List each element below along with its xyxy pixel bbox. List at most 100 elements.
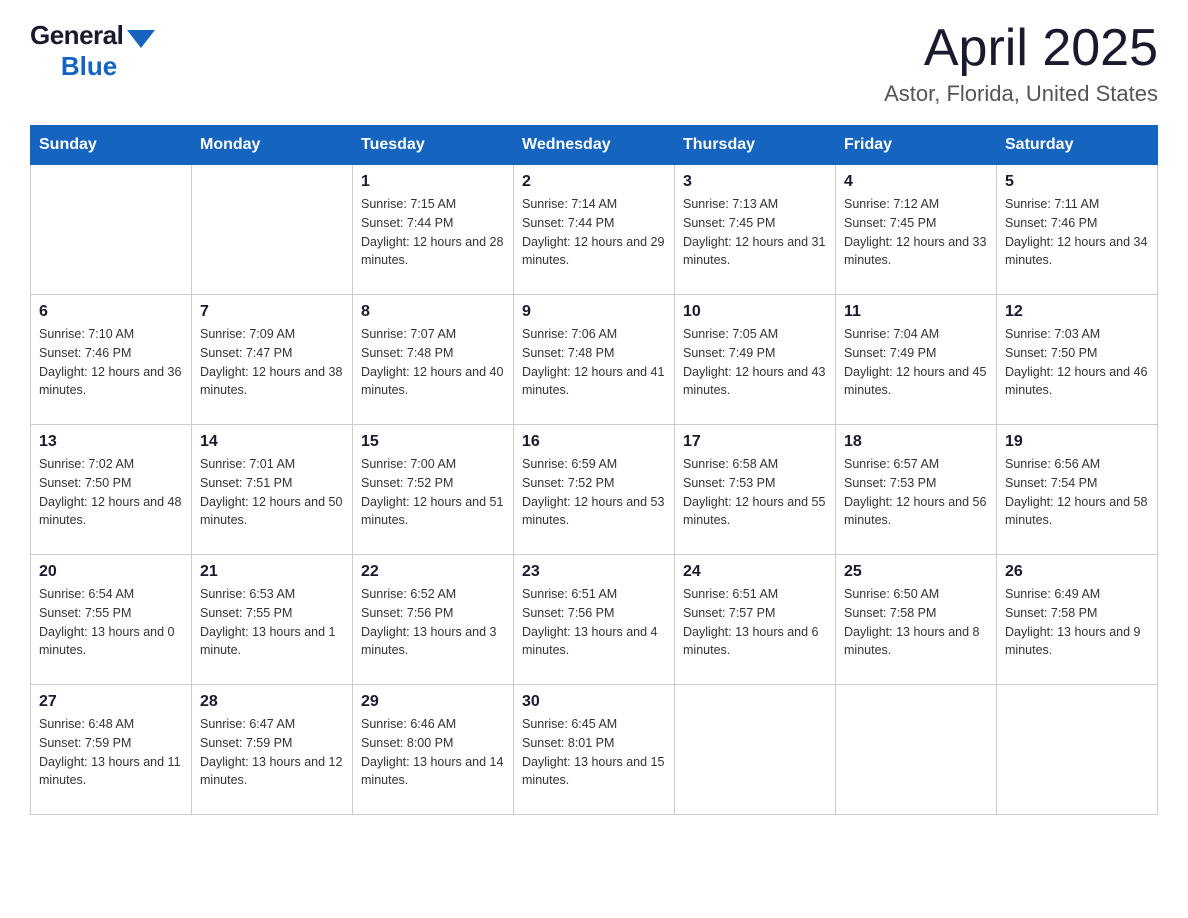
day-info: Sunrise: 6:48 AMSunset: 7:59 PMDaylight:…	[39, 715, 183, 790]
page-header: General Blue April 2025 Astor, Florida, …	[30, 20, 1158, 107]
calendar-day-cell	[31, 165, 192, 295]
col-sunday: Sunday	[31, 126, 192, 165]
day-number: 24	[683, 563, 827, 581]
calendar-day-cell: 12 Sunrise: 7:03 AMSunset: 7:50 PMDayligh…	[997, 295, 1158, 425]
day-info: Sunrise: 7:05 AMSunset: 7:49 PMDaylight:…	[683, 325, 827, 400]
calendar-day-cell	[997, 685, 1158, 815]
calendar-day-cell: 28 Sunrise: 6:47 AMSunset: 7:59 PMDayligh…	[192, 685, 353, 815]
day-info: Sunrise: 6:47 AMSunset: 7:59 PMDaylight:…	[200, 715, 344, 790]
day-info: Sunrise: 6:50 AMSunset: 7:58 PMDaylight:…	[844, 585, 988, 660]
calendar-day-cell: 7 Sunrise: 7:09 AMSunset: 7:47 PMDaylight…	[192, 295, 353, 425]
day-number: 25	[844, 563, 988, 581]
calendar-day-cell: 8Sunrise: 7:07 AMSunset: 7:48 PMDaylight…	[353, 295, 514, 425]
calendar-day-cell: 20 Sunrise: 6:54 AMSunset: 7:55 PMDayligh…	[31, 555, 192, 685]
calendar-day-cell: 29Sunrise: 6:46 AMSunset: 8:00 PMDayligh…	[353, 685, 514, 815]
logo: General Blue	[30, 20, 155, 82]
col-friday: Friday	[836, 126, 997, 165]
calendar-week-row: 20 Sunrise: 6:54 AMSunset: 7:55 PMDayligh…	[31, 555, 1158, 685]
day-number: 6	[39, 303, 183, 321]
day-info: Sunrise: 7:11 AMSunset: 7:46 PMDaylight:…	[1005, 195, 1149, 270]
day-info: Sunrise: 7:10 AMSunset: 7:46 PMDaylight:…	[39, 325, 183, 400]
day-number: 14	[200, 433, 344, 451]
day-number: 4	[844, 173, 988, 191]
day-info: Sunrise: 7:13 AMSunset: 7:45 PMDaylight:…	[683, 195, 827, 270]
col-monday: Monday	[192, 126, 353, 165]
day-info: Sunrise: 7:06 AMSunset: 7:48 PMDaylight:…	[522, 325, 666, 400]
day-info: Sunrise: 7:12 AMSunset: 7:45 PMDaylight:…	[844, 195, 988, 270]
col-wednesday: Wednesday	[514, 126, 675, 165]
calendar-day-cell: 19 Sunrise: 6:56 AMSunset: 7:54 PMDayligh…	[997, 425, 1158, 555]
day-info: Sunrise: 6:52 AMSunset: 7:56 PMDaylight:…	[361, 585, 505, 660]
day-number: 21	[200, 563, 344, 581]
calendar-day-cell: 21 Sunrise: 6:53 AMSunset: 7:55 PMDayligh…	[192, 555, 353, 685]
calendar-day-cell: 27Sunrise: 6:48 AMSunset: 7:59 PMDayligh…	[31, 685, 192, 815]
day-info: Sunrise: 6:53 AMSunset: 7:55 PMDaylight:…	[200, 585, 344, 660]
day-number: 3	[683, 173, 827, 191]
day-info: Sunrise: 6:59 AMSunset: 7:52 PMDaylight:…	[522, 455, 666, 530]
day-number: 5	[1005, 173, 1149, 191]
calendar-day-cell	[192, 165, 353, 295]
day-number: 18	[844, 433, 988, 451]
calendar-day-cell: 11 Sunrise: 7:04 AMSunset: 7:49 PMDayligh…	[836, 295, 997, 425]
day-info: Sunrise: 6:49 AMSunset: 7:58 PMDaylight:…	[1005, 585, 1149, 660]
day-number: 2	[522, 173, 666, 191]
day-info: Sunrise: 7:03 AMSunset: 7:50 PMDaylight:…	[1005, 325, 1149, 400]
logo-general-text: General	[30, 20, 123, 51]
day-info: Sunrise: 7:02 AMSunset: 7:50 PMDaylight:…	[39, 455, 183, 530]
day-number: 26	[1005, 563, 1149, 581]
title-area: April 2025 Astor, Florida, United States	[884, 20, 1158, 107]
day-number: 19	[1005, 433, 1149, 451]
day-info: Sunrise: 7:14 AMSunset: 7:44 PMDaylight:…	[522, 195, 666, 270]
calendar-day-cell: 6 Sunrise: 7:10 AMSunset: 7:46 PMDaylight…	[31, 295, 192, 425]
day-info: Sunrise: 6:58 AMSunset: 7:53 PMDaylight:…	[683, 455, 827, 530]
col-saturday: Saturday	[997, 126, 1158, 165]
calendar-week-row: 13Sunrise: 7:02 AMSunset: 7:50 PMDayligh…	[31, 425, 1158, 555]
day-info: Sunrise: 6:51 AMSunset: 7:56 PMDaylight:…	[522, 585, 666, 660]
day-info: Sunrise: 7:00 AMSunset: 7:52 PMDaylight:…	[361, 455, 505, 530]
day-number: 15	[361, 433, 505, 451]
calendar-day-cell: 5 Sunrise: 7:11 AMSunset: 7:46 PMDaylight…	[997, 165, 1158, 295]
calendar-day-cell	[836, 685, 997, 815]
calendar-day-cell: 30 Sunrise: 6:45 AMSunset: 8:01 PMDayligh…	[514, 685, 675, 815]
calendar-week-row: 6 Sunrise: 7:10 AMSunset: 7:46 PMDaylight…	[31, 295, 1158, 425]
day-number: 11	[844, 303, 988, 321]
calendar-day-cell: 25 Sunrise: 6:50 AMSunset: 7:58 PMDayligh…	[836, 555, 997, 685]
day-info: Sunrise: 6:45 AMSunset: 8:01 PMDaylight:…	[522, 715, 666, 790]
month-title: April 2025	[884, 20, 1158, 77]
logo-arrow-icon	[127, 30, 155, 48]
calendar-day-cell: 17 Sunrise: 6:58 AMSunset: 7:53 PMDayligh…	[675, 425, 836, 555]
day-number: 7	[200, 303, 344, 321]
day-number: 28	[200, 693, 344, 711]
day-number: 9	[522, 303, 666, 321]
day-number: 17	[683, 433, 827, 451]
day-info: Sunrise: 7:09 AMSunset: 7:47 PMDaylight:…	[200, 325, 344, 400]
day-info: Sunrise: 7:15 AMSunset: 7:44 PMDaylight:…	[361, 195, 505, 270]
day-info: Sunrise: 7:04 AMSunset: 7:49 PMDaylight:…	[844, 325, 988, 400]
day-number: 1	[361, 173, 505, 191]
day-number: 29	[361, 693, 505, 711]
calendar-day-cell: 22 Sunrise: 6:52 AMSunset: 7:56 PMDayligh…	[353, 555, 514, 685]
calendar-day-cell: 18Sunrise: 6:57 AMSunset: 7:53 PMDayligh…	[836, 425, 997, 555]
day-number: 23	[522, 563, 666, 581]
col-tuesday: Tuesday	[353, 126, 514, 165]
calendar-day-cell: 15 Sunrise: 7:00 AMSunset: 7:52 PMDayligh…	[353, 425, 514, 555]
calendar-table: Sunday Monday Tuesday Wednesday Thursday…	[30, 125, 1158, 815]
day-number: 16	[522, 433, 666, 451]
day-info: Sunrise: 6:56 AMSunset: 7:54 PMDaylight:…	[1005, 455, 1149, 530]
calendar-day-cell: 10 Sunrise: 7:05 AMSunset: 7:49 PMDayligh…	[675, 295, 836, 425]
calendar-day-cell: 24Sunrise: 6:51 AMSunset: 7:57 PMDayligh…	[675, 555, 836, 685]
day-number: 22	[361, 563, 505, 581]
calendar-day-cell: 9 Sunrise: 7:06 AMSunset: 7:48 PMDaylight…	[514, 295, 675, 425]
logo-blue-text: Blue	[61, 51, 117, 82]
day-number: 20	[39, 563, 183, 581]
day-info: Sunrise: 7:07 AMSunset: 7:48 PMDaylight:…	[361, 325, 505, 400]
day-info: Sunrise: 6:54 AMSunset: 7:55 PMDaylight:…	[39, 585, 183, 660]
day-number: 12	[1005, 303, 1149, 321]
day-number: 30	[522, 693, 666, 711]
calendar-day-cell: 23 Sunrise: 6:51 AMSunset: 7:56 PMDayligh…	[514, 555, 675, 685]
calendar-day-cell: 3 Sunrise: 7:13 AMSunset: 7:45 PMDaylight…	[675, 165, 836, 295]
calendar-day-cell: 13Sunrise: 7:02 AMSunset: 7:50 PMDayligh…	[31, 425, 192, 555]
calendar-day-cell: 2 Sunrise: 7:14 AMSunset: 7:44 PMDaylight…	[514, 165, 675, 295]
day-number: 10	[683, 303, 827, 321]
calendar-day-cell: 4 Sunrise: 7:12 AMSunset: 7:45 PMDaylight…	[836, 165, 997, 295]
